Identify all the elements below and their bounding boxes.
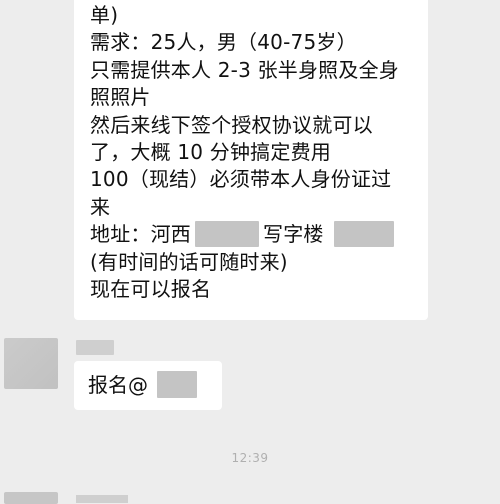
reply-message-bubble[interactable]: 报名@ [74, 361, 222, 410]
chat-view: 单) 需求：25人，男（40-75岁） 只需提供本人 2-3 张半身照及全身 照… [0, 0, 500, 504]
reply-message-text: 报名@ [88, 373, 148, 397]
message-line: 来 [90, 194, 111, 219]
message-line: 了，大概 10 分钟搞定费用 [90, 139, 331, 164]
redacted-address-block [195, 221, 259, 248]
message-line: 单) [90, 3, 119, 27]
avatar[interactable] [4, 492, 58, 504]
message-text: 单) 需求：25人，男（40-75岁） 只需提供本人 2-3 张半身照及全身 照… [90, 2, 420, 303]
message-line-address: 地址：河西 写字楼 [90, 221, 420, 248]
message-line: 100（现结）必须带本人身份证过 [90, 167, 392, 192]
message-line: 现在可以报名 [90, 276, 212, 301]
message-line: 只需提供本人 2-3 张半身照及全身 [90, 57, 399, 82]
redacted-mention-block [157, 371, 197, 398]
message-line: 然后来线下签个授权协议就可以 [90, 112, 373, 137]
redacted-sender-name [76, 495, 128, 503]
redacted-sender-name [76, 340, 114, 355]
message-bubble[interactable]: 单) 需求：25人，男（40-75岁） 只需提供本人 2-3 张半身照及全身 照… [74, 0, 428, 320]
timestamp: 12:39 [231, 451, 269, 465]
message-line: 需求：25人，男（40-75岁） [90, 30, 357, 55]
message-line: (有时间的话可随时来) [90, 249, 288, 274]
avatar[interactable] [4, 338, 58, 389]
message-line: 照照片 [90, 85, 151, 110]
redacted-building-block [333, 221, 394, 248]
